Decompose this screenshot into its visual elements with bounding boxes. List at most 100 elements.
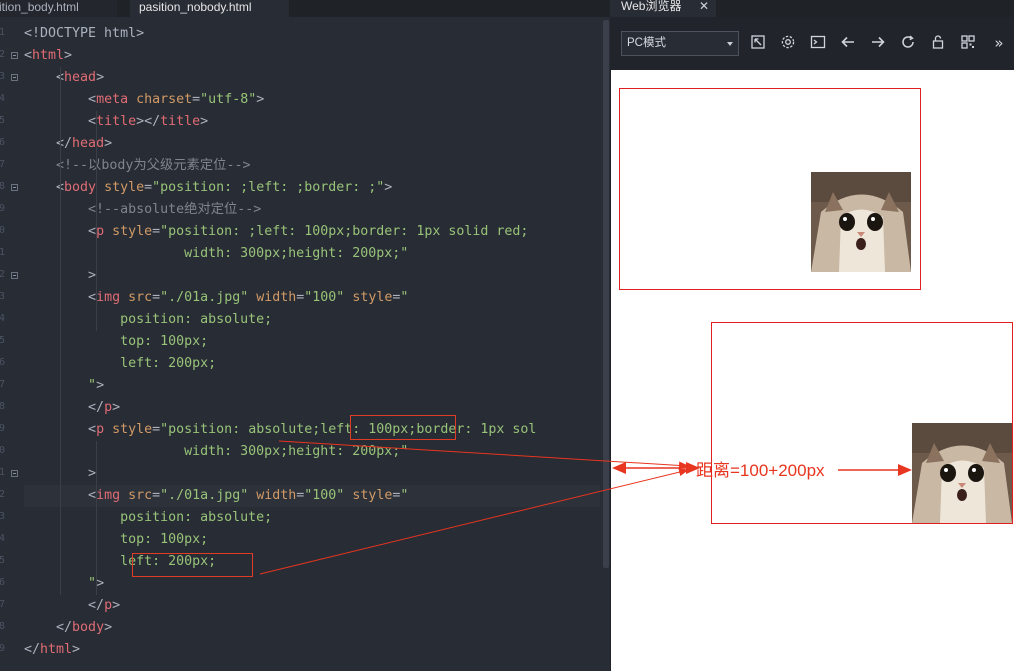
- code-token: p: [96, 224, 105, 239]
- line-number: 6: [0, 577, 5, 588]
- code-token: charset: [136, 92, 193, 107]
- code-line[interactable]: top: 100px;: [24, 331, 208, 353]
- code-line[interactable]: <body style="position: ;left: ;border: ;…: [24, 177, 392, 199]
- line-number: 9: [0, 643, 5, 654]
- indent-guide: [96, 111, 97, 331]
- code-token: "position: absolute;left: 100px;border: …: [160, 422, 537, 437]
- code-line[interactable]: <p style="position: ;left: 100px;border:…: [24, 221, 528, 243]
- line-number: 3: [0, 291, 5, 302]
- back-arrow-icon[interactable]: [840, 34, 858, 52]
- code-token: p: [104, 400, 113, 415]
- code-token: p: [96, 422, 105, 437]
- line-number: 0: [0, 225, 5, 236]
- code-token: body: [64, 180, 97, 195]
- code-token: >: [200, 114, 209, 129]
- fold-toggle-icon[interactable]: [11, 470, 18, 477]
- indent-guide: [96, 441, 97, 595]
- code-line[interactable]: <img src="./01a.jpg" width="100" style=": [24, 485, 600, 507]
- code-line[interactable]: </html>: [24, 639, 80, 661]
- code-token: "100": [304, 488, 345, 503]
- app-window: sition_body.html pasition_nobody.html 1 2…: [0, 0, 1014, 671]
- code-token: style: [352, 488, 393, 503]
- code-line[interactable]: ">: [24, 573, 104, 595]
- line-number: 4: [0, 533, 5, 544]
- code-token: <: [24, 70, 65, 85]
- code-editor[interactable]: sition_body.html pasition_nobody.html 1 2…: [0, 0, 610, 671]
- tab-web-browser[interactable]: Web浏览器 ✕: [610, 0, 716, 17]
- qr-code-icon[interactable]: [960, 34, 978, 52]
- code-line[interactable]: </p>: [24, 595, 120, 617]
- more-tools-icon[interactable]: »: [990, 34, 1008, 52]
- line-number: 9: [0, 423, 5, 434]
- forward-arrow-icon[interactable]: [870, 34, 888, 52]
- line-number: 3: [0, 511, 5, 522]
- code-token: style: [112, 224, 153, 239]
- code-token: >: [112, 598, 121, 613]
- highlight-left-200px: [132, 553, 253, 577]
- code-line[interactable]: left: 200px;: [24, 353, 216, 375]
- code-token: position: absolute;: [24, 312, 273, 327]
- code-token: top: 100px;: [24, 532, 209, 547]
- device-mode-value: PC模式: [627, 37, 666, 49]
- close-icon[interactable]: ✕: [699, 0, 709, 13]
- code-line[interactable]: <!--以body为父级元素定位-->: [24, 155, 250, 177]
- line-number: 2: [0, 269, 5, 280]
- code-area[interactable]: <!DOCTYPE html> <html> <head> <meta chars…: [24, 23, 604, 671]
- code-line[interactable]: ">: [24, 375, 104, 397]
- code-line[interactable]: </p>: [24, 397, 120, 419]
- gear-icon[interactable]: [780, 34, 798, 52]
- tab-position-nobody[interactable]: pasition_nobody.html: [130, 0, 289, 17]
- console-icon[interactable]: [810, 34, 828, 52]
- editor-scrollbar[interactable]: [603, 20, 609, 568]
- code-token: width: 300px;height: 200px;": [24, 444, 409, 459]
- code-token: >: [104, 620, 113, 635]
- cat-image-2: [912, 423, 1012, 523]
- line-number: 9: [0, 203, 5, 214]
- code-token: >: [96, 576, 105, 591]
- fold-toggle-icon[interactable]: [11, 272, 18, 279]
- open-external-icon[interactable]: [750, 34, 768, 52]
- line-number: 8: [0, 181, 5, 192]
- code-token: "position: ;left: 100px;border: 1px soli…: [160, 224, 529, 239]
- indent-guide: [60, 67, 61, 595]
- code-line[interactable]: width: 300px;height: 200px;": [24, 243, 408, 265]
- code-token: ": [400, 488, 409, 503]
- fold-toggle-icon[interactable]: [11, 184, 18, 191]
- code-line[interactable]: top: 100px;: [24, 529, 208, 551]
- line-number: 7: [0, 379, 5, 390]
- line-number: 8: [0, 401, 5, 412]
- code-token: </: [24, 400, 105, 415]
- code-token: >: [104, 136, 113, 151]
- code-token: >: [96, 378, 105, 393]
- code-line[interactable]: <head>: [24, 67, 104, 89]
- code-line[interactable]: <img src="./01a.jpg" width="100" style=": [24, 287, 408, 309]
- refresh-icon[interactable]: [900, 34, 918, 52]
- code-token: "./01a.jpg": [160, 488, 249, 503]
- code-line[interactable]: width: 300px;height: 200px;": [24, 441, 408, 463]
- device-mode-select[interactable]: PC模式: [621, 31, 739, 56]
- code-line[interactable]: position: absolute;: [24, 309, 272, 331]
- code-token: =: [152, 224, 161, 239]
- code-token: >: [64, 48, 73, 63]
- code-token: html: [40, 642, 73, 657]
- code-token: img: [96, 290, 121, 305]
- code-token: width: 300px;height: 200px;": [24, 246, 409, 261]
- tab-position-body[interactable]: sition_body.html: [0, 0, 117, 17]
- code-line[interactable]: </body>: [24, 617, 112, 639]
- code-token: head: [64, 70, 97, 85]
- code-line[interactable]: <title></title>: [24, 111, 208, 133]
- code-line[interactable]: <!DOCTYPE html>: [24, 23, 144, 45]
- code-token: >: [72, 642, 81, 657]
- lock-icon[interactable]: [930, 34, 948, 52]
- code-line[interactable]: <p style="position: absolute;left: 100px…: [24, 419, 536, 441]
- line-number: 7: [0, 159, 5, 170]
- code-line[interactable]: </head>: [24, 133, 112, 155]
- code-line[interactable]: position: absolute;: [24, 507, 272, 529]
- fold-toggle-icon[interactable]: [11, 52, 18, 59]
- code-token: title: [96, 114, 137, 129]
- code-token: body: [72, 620, 105, 635]
- code-line[interactable]: <html>: [24, 45, 72, 67]
- fold-toggle-icon[interactable]: [11, 74, 18, 81]
- line-number: 6: [0, 137, 5, 148]
